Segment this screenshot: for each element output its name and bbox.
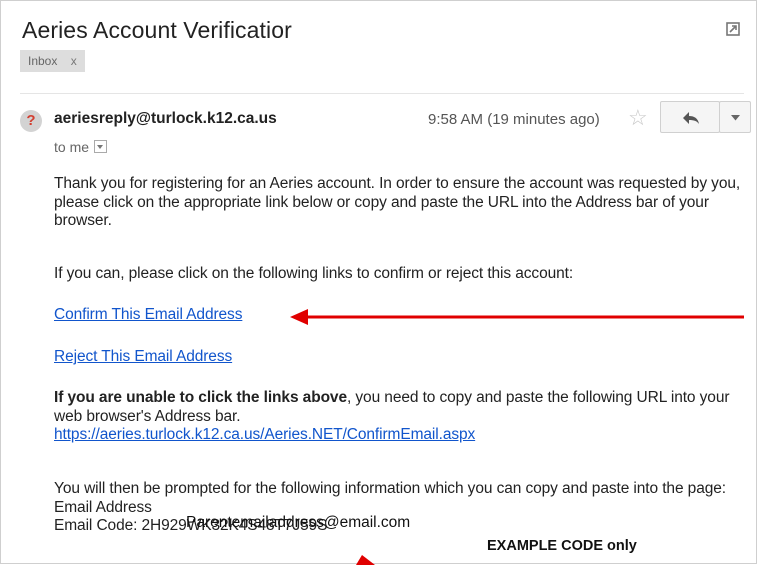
email-address-label: Email Address xyxy=(54,498,152,516)
details-caret-icon[interactable] xyxy=(94,140,108,153)
reject-email-link[interactable]: Reject This Email Address xyxy=(54,348,232,365)
body-paragraph-unable: If you are unable to click the links abo… xyxy=(54,389,744,445)
popout-icon[interactable] xyxy=(726,22,740,36)
confirm-url-link[interactable]: https://aeries.turlock.k12.ca.us/Aeries.… xyxy=(54,426,475,443)
recipient-line: to me xyxy=(54,139,108,155)
prompt-text: You will then be prompted for the follow… xyxy=(54,480,726,497)
sender-address[interactable]: aeriesreply@turlock.k12.ca.us xyxy=(54,110,277,128)
confirm-link-row: Confirm This Email Address xyxy=(54,306,744,325)
confirm-email-link[interactable]: Confirm This Email Address xyxy=(54,306,242,323)
inbox-label: Inbox xyxy=(28,54,58,68)
more-options-icon xyxy=(731,115,740,121)
annotation-example-note: EXAMPLE CODE only xyxy=(487,538,637,554)
more-options-button[interactable] xyxy=(719,101,751,133)
reply-icon xyxy=(683,112,699,124)
unable-bold-text: If you are unable to click the links abo… xyxy=(54,389,347,406)
inbox-label-chip[interactable]: Inbox x xyxy=(20,50,85,72)
body-paragraph-instructions: If you can, please click on the followin… xyxy=(54,265,574,282)
header-divider xyxy=(20,93,744,94)
remove-label-button[interactable]: x xyxy=(71,54,77,68)
recipient-text: to me xyxy=(54,139,90,155)
reply-button[interactable] xyxy=(660,101,720,133)
reject-link-row: Reject This Email Address xyxy=(54,348,744,367)
email-subject: Aeries Account Verificatior xyxy=(22,17,292,43)
annotation-email-overlay: Parentemailaddress@email.com xyxy=(186,514,411,531)
body-paragraph-intro: Thank you for registering for an Aeries … xyxy=(54,175,741,229)
star-icon[interactable]: ☆ xyxy=(628,106,648,130)
email-timestamp: 9:58 AM (19 minutes ago) xyxy=(428,111,600,128)
unknown-sender-icon: ? xyxy=(20,110,42,132)
